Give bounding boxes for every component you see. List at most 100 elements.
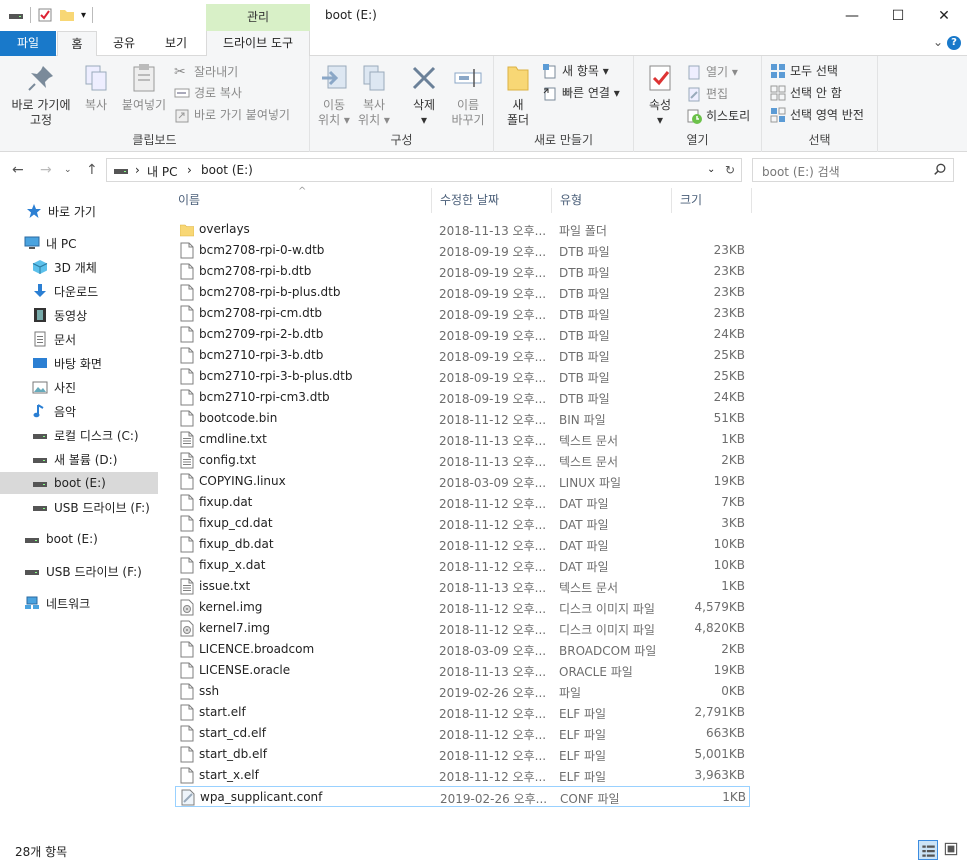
properties-icon[interactable] xyxy=(37,7,53,23)
delete-dropdown-icon[interactable]: ▾ xyxy=(404,113,444,128)
select-all-button[interactable]: 모두 선택 xyxy=(770,62,838,79)
file-row[interactable]: bcm2710-rpi-3-b-plus.dtb 2018-09-19 오후...… xyxy=(175,366,750,387)
file-row[interactable]: start_x.elf 2018-11-12 오후... ELF 파일 3,963KB xyxy=(175,765,750,786)
sidebar-item[interactable]: boot (E:) xyxy=(0,528,158,550)
rename-button[interactable]: 이름 바꾸기 xyxy=(446,62,490,128)
file-row[interactable]: kernel7.img 2018-11-12 오후... 디스크 이미지 파일 4,8… xyxy=(175,618,750,639)
paste-shortcut-button[interactable]: 바로 가기 붙여넣기 xyxy=(174,106,290,123)
file-row[interactable]: start_cd.elf 2018-11-12 오후... ELF 파일 663KB xyxy=(175,723,750,744)
expand-ribbon-icon[interactable]: ⌄ xyxy=(933,35,943,49)
file-row[interactable]: bcm2708-rpi-0-w.dtb 2018-09-19 오후... DTB 파… xyxy=(175,240,750,261)
sidebar-item[interactable]: USB 드라이브 (F:) xyxy=(0,560,158,582)
sidebar-item[interactable]: 다운로드 xyxy=(0,280,158,302)
file-row[interactable]: LICENSE.oracle 2018-11-13 오후... ORACLE 파일 1… xyxy=(175,660,750,681)
tab-drive-tools[interactable]: 드라이브 도구 xyxy=(206,31,310,56)
file-row[interactable]: bcm2708-rpi-cm.dtb 2018-09-19 오후... DTB 파일… xyxy=(175,303,750,324)
column-header-name[interactable]: 이름 ^ xyxy=(170,186,432,213)
refresh-icon[interactable]: ↻ xyxy=(725,163,735,177)
sidebar-item[interactable]: 로컬 디스크 (C:) xyxy=(0,424,158,446)
move-to-button[interactable]: 이동 위치 ▾ xyxy=(314,62,354,128)
file-row[interactable]: bcm2708-rpi-b.dtb 2018-09-19 오후... DTB 파일 2… xyxy=(175,261,750,282)
file-row[interactable]: fixup.dat 2018-11-12 오후... DAT 파일 7KB xyxy=(175,492,750,513)
edit-button[interactable]: 편집 xyxy=(686,85,728,102)
file-row[interactable]: bcm2708-rpi-b-plus.dtb 2018-09-19 오후... DT… xyxy=(175,282,750,303)
manage-tab[interactable]: 관리 xyxy=(206,4,310,31)
file-row[interactable]: wpa_supplicant.conf 2019-02-26 오후... CONF … xyxy=(175,786,750,807)
close-button[interactable]: ✕ xyxy=(921,0,967,31)
search-box[interactable]: boot (E:) 검색 xyxy=(752,158,954,182)
file-row[interactable]: fixup_cd.dat 2018-11-12 오후... DAT 파일 3KB xyxy=(175,513,750,534)
sidebar-item[interactable]: 네트워크 xyxy=(0,592,158,614)
sidebar-item[interactable]: USB 드라이브 (F:) xyxy=(0,496,158,518)
column-header-size[interactable]: 크기 xyxy=(672,188,752,213)
sidebar-item[interactable]: 바탕 화면 xyxy=(0,352,158,374)
customize-toolbar-icon[interactable]: ▾ xyxy=(81,10,86,21)
select-none-button[interactable]: 선택 안 함 xyxy=(770,84,842,101)
address-bar[interactable]: › 내 PC › boot (E:) ⌄ ↻ xyxy=(106,158,742,182)
file-row[interactable]: LICENCE.broadcom 2018-03-09 오후... BROADCOM… xyxy=(175,639,750,660)
breadcrumb-pc[interactable]: 내 PC xyxy=(147,163,177,180)
new-folder-icon[interactable] xyxy=(59,7,75,23)
sidebar-item[interactable]: 바로 가기 xyxy=(0,200,158,222)
copy-to-button[interactable]: 복사 위치 ▾ xyxy=(354,62,394,128)
file-icon xyxy=(180,704,194,721)
new-item-button[interactable]: 새 항목 ▾ xyxy=(542,62,609,79)
up-arrow-icon[interactable]: ↑ xyxy=(86,162,98,178)
file-row[interactable]: bcm2710-rpi-3-b.dtb 2018-09-19 오후... DTB 파… xyxy=(175,345,750,366)
paste-button[interactable]: 붙여넣기 xyxy=(118,62,170,113)
file-row[interactable]: fixup_x.dat 2018-11-12 오후... DAT 파일 10KB xyxy=(175,555,750,576)
maximize-button[interactable]: ☐ xyxy=(875,0,921,31)
sidebar-item[interactable]: 동영상 xyxy=(0,304,158,326)
tab-share[interactable]: 공유 xyxy=(104,31,144,56)
column-header-type[interactable]: 유형 xyxy=(552,188,672,213)
properties-button[interactable]: 속성 ▾ xyxy=(640,62,680,128)
sidebar-item[interactable]: 음악 xyxy=(0,400,158,422)
open-button[interactable]: 열기 ▾ xyxy=(686,63,738,80)
cut-button[interactable]: ✂ 잘라내기 xyxy=(174,63,238,80)
sidebar-item[interactable]: 내 PC xyxy=(0,232,158,254)
large-icons-view-button[interactable] xyxy=(942,840,962,860)
details-view-button[interactable] xyxy=(918,840,938,860)
breadcrumb-drive[interactable]: boot (E:) xyxy=(201,163,253,177)
file-row[interactable]: cmdline.txt 2018-11-13 오후... 텍스트 문서 1KB xyxy=(175,429,750,450)
copy-button[interactable]: 복사 xyxy=(78,62,114,113)
copy-path-button[interactable]: 경로 복사 xyxy=(174,84,242,101)
search-input[interactable]: boot (E:) 검색 xyxy=(762,163,840,180)
invert-selection-button[interactable]: 선택 영역 반전 xyxy=(770,106,864,123)
drive-icon[interactable] xyxy=(8,7,24,23)
sidebar-item[interactable]: 새 볼륨 (D:) xyxy=(0,448,158,470)
tab-view[interactable]: 보기 xyxy=(156,31,196,56)
file-row[interactable]: COPYING.linux 2018-03-09 오후... LINUX 파일 19K… xyxy=(175,471,750,492)
search-icon[interactable] xyxy=(933,163,947,177)
pin-quick-access-button[interactable]: 바로 가기에 고정 xyxy=(6,62,76,128)
back-arrow-icon[interactable]: ← xyxy=(12,162,24,178)
column-header-modified[interactable]: 수정한 날짜 xyxy=(432,188,552,213)
file-row[interactable]: bcm2709-rpi-2-b.dtb 2018-09-19 오후... DTB 파… xyxy=(175,324,750,345)
help-icon[interactable]: ? xyxy=(947,36,961,50)
file-row[interactable]: issue.txt 2018-11-13 오후... 텍스트 문서 1KB xyxy=(175,576,750,597)
file-row[interactable]: config.txt 2018-11-13 오후... 텍스트 문서 2KB xyxy=(175,450,750,471)
properties-dropdown-icon[interactable]: ▾ xyxy=(640,113,680,128)
tab-home[interactable]: 홈 xyxy=(57,31,97,57)
file-row[interactable]: overlays 2018-11-13 오후... 파일 폴더 xyxy=(175,219,750,240)
history-button[interactable]: 히스토리 xyxy=(686,107,750,124)
file-row[interactable]: fixup_db.dat 2018-11-12 오후... DAT 파일 10KB xyxy=(175,534,750,555)
easy-access-button[interactable]: 빠른 연결 ▾ xyxy=(542,84,620,101)
forward-arrow-icon[interactable]: → xyxy=(40,162,52,178)
sidebar-item[interactable]: 사진 xyxy=(0,376,158,398)
sidebar-item[interactable]: 3D 개체 xyxy=(0,256,158,278)
sidebar-item[interactable]: 문서 xyxy=(0,328,158,350)
file-row[interactable]: start_db.elf 2018-11-12 오후... ELF 파일 5,001K… xyxy=(175,744,750,765)
delete-button[interactable]: 삭제 ▾ xyxy=(404,62,444,128)
file-row[interactable]: kernel.img 2018-11-12 오후... 디스크 이미지 파일 4,57… xyxy=(175,597,750,618)
sidebar-item[interactable]: boot (E:) xyxy=(0,472,158,494)
recent-dropdown-icon[interactable]: ⌄ xyxy=(64,165,72,175)
new-folder-button[interactable]: 새 폴더 xyxy=(500,62,536,128)
file-row[interactable]: start.elf 2018-11-12 오후... ELF 파일 2,791KB xyxy=(175,702,750,723)
file-row[interactable]: bootcode.bin 2018-11-12 오후... BIN 파일 51KB xyxy=(175,408,750,429)
minimize-button[interactable]: — xyxy=(829,0,875,31)
file-row[interactable]: ssh 2019-02-26 오후... 파일 0KB xyxy=(175,681,750,702)
file-row[interactable]: bcm2710-rpi-cm3.dtb 2018-09-19 오후... DTB 파… xyxy=(175,387,750,408)
tab-file[interactable]: 파일 xyxy=(0,31,56,56)
address-dropdown-icon[interactable]: ⌄ xyxy=(707,164,715,175)
